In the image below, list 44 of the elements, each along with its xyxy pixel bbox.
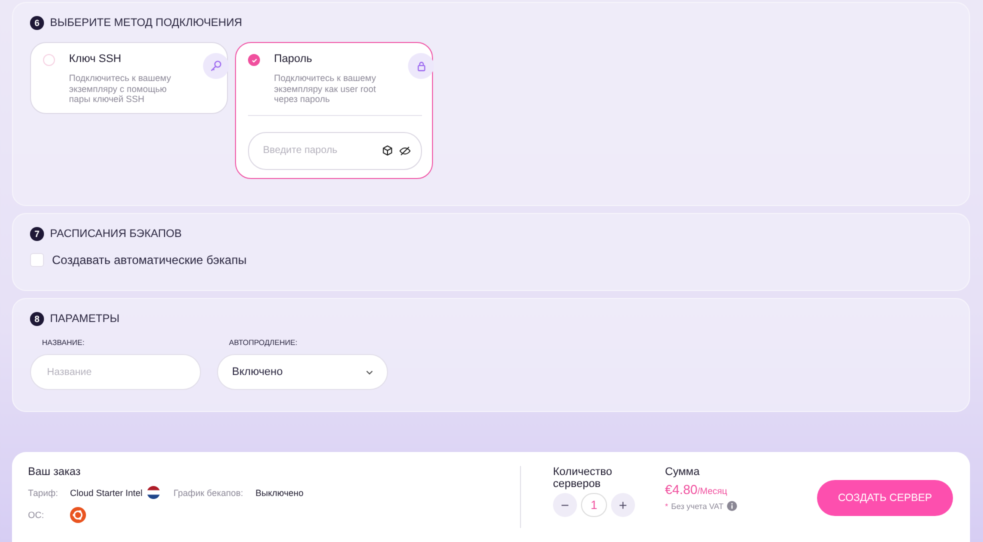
section-title: ВЫБЕРИТЕ МЕТОД ПОДКЛЮЧЕНИЯ (50, 17, 242, 29)
section-title: ПАРАМЕТРЫ (50, 313, 120, 325)
password-input[interactable]: Введите пароль (261, 144, 376, 157)
name-input[interactable]: Название (45, 366, 186, 378)
os-logo-icon (70, 507, 86, 523)
radio-button[interactable] (248, 54, 260, 66)
renewal-dropdown[interactable]: Включено (217, 354, 388, 390)
sum-label: Сумма (665, 466, 701, 478)
order-value: Cloud Starter Intel (70, 488, 143, 498)
cube-icon[interactable] (382, 145, 393, 156)
order-label: Тариф: (28, 488, 60, 498)
price: €4.80 (665, 482, 698, 497)
method-description: Подключитесь к вашему экземпляру с помощью пары ключей SSH (69, 73, 172, 104)
method-title: Пароль (274, 53, 314, 65)
method-description: Подключитесь к вашему экземпляру как user root через пароль (274, 73, 377, 104)
price-period: /Месяц (698, 486, 728, 496)
flag-icon (146, 486, 160, 499)
step-number: 7 (30, 227, 44, 241)
checkbox-label: Создавать автоматические бэкапы (52, 253, 247, 267)
quantity-label: Количество серверов (553, 466, 614, 490)
name-field[interactable]: Название (30, 354, 201, 390)
password-field[interactable]: Введите пароль (248, 132, 422, 170)
lock-icon (416, 60, 426, 72)
vat-note: Без учета VAT (671, 502, 724, 510)
chevron-down-icon (366, 370, 373, 374)
step-number: 8 (30, 312, 44, 326)
section-title: РАСПИСАНИЯ БЭКАПОВ (50, 228, 182, 240)
method-card[interactable]: Пароль Подключитесь к вашему экземпляру как user root через пароль Введите пароль (235, 42, 433, 178)
quantity-value[interactable]: 1 (581, 493, 607, 517)
asterisk: * (665, 502, 668, 510)
increase-button[interactable]: + (611, 493, 635, 517)
method-title: Ключ SSH (69, 53, 122, 65)
order-label: График бекапов: (174, 488, 244, 498)
checkbox[interactable] (30, 253, 44, 267)
order-label: ОС: (28, 510, 46, 520)
method-card[interactable]: Ключ SSH Подключитесь к вашему экземпляру с помощью пары ключей SSH (30, 42, 228, 114)
order-title: Ваш заказ (28, 466, 82, 478)
step-number: 6 (30, 16, 44, 30)
info-icon[interactable] (726, 501, 737, 511)
checkmark-icon (250, 56, 258, 64)
decrease-button[interactable]: − (553, 493, 577, 517)
order-value: Выключено (256, 488, 304, 498)
key-icon (209, 59, 223, 73)
eye-off-icon[interactable] (399, 144, 411, 156)
